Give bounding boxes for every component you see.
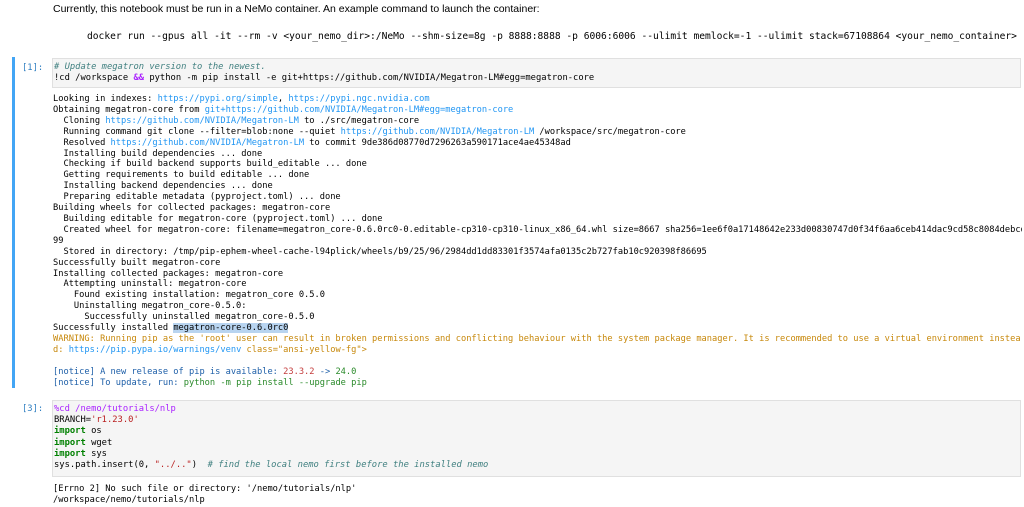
output-link[interactable]: https://github.com/NVIDIA/Megatron-LM — [341, 127, 535, 137]
cell-2-prompt: [3]: — [22, 404, 44, 414]
code-magic: %cd /nemo/tutorials/nlp — [54, 404, 176, 414]
cell-selection-bar[interactable] — [12, 57, 15, 388]
markdown-intro-text: Currently, this notebook must be run in … — [53, 3, 540, 15]
code-comment: # Update megatron version to the newest. — [54, 62, 266, 72]
cell-2-code-input[interactable]: %cd /nemo/tutorials/nlp BRANCH='r1.23.0'… — [52, 400, 1021, 477]
output-link[interactable]: git+https://github.com/NVIDIA/Megatron-L… — [205, 105, 514, 115]
error-line: [Errno 2] No such file or directory: '/n… — [53, 484, 357, 494]
cell-1-prompt: [1]: — [22, 63, 44, 73]
cell-1-code-input[interactable]: # Update megatron version to the newest.… — [52, 58, 1021, 88]
output-link[interactable]: https://pypi.org/simple — [158, 94, 278, 104]
code-command-prefix: !cd /workspace — [54, 73, 129, 84]
code-command-url: //github.com/NVIDIA/Megatron-LM#egg=mega… — [334, 73, 595, 84]
output-link[interactable]: https://github.com/NVIDIA/Megatron-LM — [105, 116, 299, 126]
output-link[interactable]: https://github.com/NVIDIA/Megatron-LM — [111, 138, 305, 148]
output-link[interactable]: https://pip.pypa.io/warnings/venv — [69, 345, 242, 355]
cell-1-output: Looking in indexes: https://pypi.org/sim… — [53, 94, 1022, 388]
cwd-line: /workspace/nemo/tutorials/nlp — [53, 494, 205, 505]
selected-text[interactable]: megatron-core-0.6.0rc0 — [173, 323, 289, 334]
code-operator: && — [133, 73, 145, 84]
docker-command: docker run --gpus all -it --rm -v <your_… — [87, 31, 1017, 42]
code-command-mid: python -m pip install -e git+https: — [144, 73, 335, 84]
output-link[interactable]: https://pypi.ngc.nvidia.com — [288, 94, 429, 104]
cell-2-output: [Errno 2] No such file or directory: '/n… — [53, 484, 1022, 506]
pip-warning: WARNING: Running pip as the 'root' user … — [53, 333, 1021, 344]
